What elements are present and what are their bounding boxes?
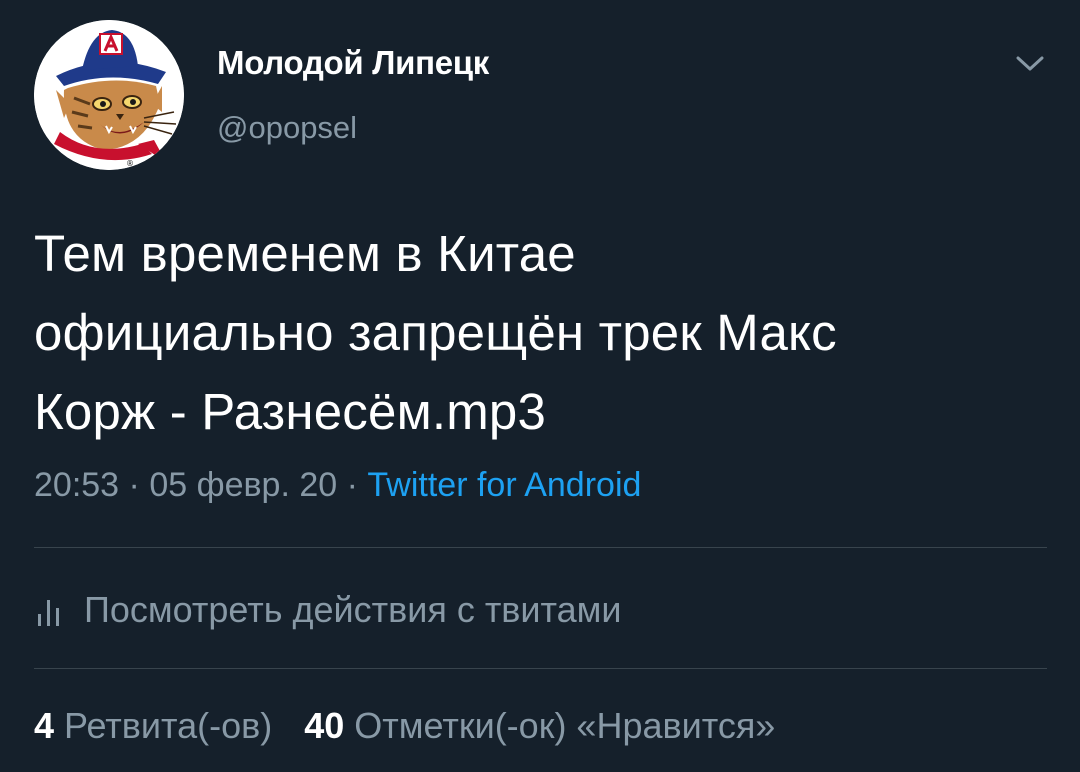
svg-text:®: ® — [126, 159, 134, 168]
tweet-text: Тем временем в Китае официально запрещён… — [34, 214, 1044, 451]
likes-label: Отметки(-ок) «Нравится» — [354, 705, 776, 746]
bar-chart-icon — [38, 600, 59, 626]
tweet-stats: 4 Ретвита(-ов) 40 Отметки(-ок) «Нравится… — [34, 705, 775, 747]
tweet-text-line: Тем временем в Китае — [34, 225, 576, 282]
view-tweet-activity-label: Посмотреть действия с твитами — [84, 589, 622, 630]
tweet-source-link[interactable]: Twitter for Android — [367, 466, 641, 504]
tweet-time: 20:53 — [34, 466, 120, 504]
likes-count: 40 — [304, 705, 345, 746]
divider — [34, 668, 1047, 669]
tweet-text-line: официально запрещён трек Макс — [34, 304, 837, 361]
divider — [34, 547, 1047, 548]
chevron-down-icon[interactable] — [1012, 48, 1048, 78]
tweet-date: 05 февр. 20 — [149, 466, 338, 504]
tweet-meta: 20:53 · 05 февр. 20 · Twitter for Androi… — [34, 466, 641, 505]
view-tweet-activity-button[interactable]: Посмотреть действия с твитами — [34, 585, 622, 635]
display-name[interactable]: Молодой Липецк — [217, 44, 489, 82]
tweet-text-line: Корж - Разнесём.mp3 — [34, 383, 547, 440]
retweets-count: 4 — [34, 705, 55, 746]
tweet-detail: ® Молодой Липецк @opopsel Тем временем в… — [0, 0, 1080, 772]
meta-separator: · — [346, 466, 358, 504]
wildcat-mascot-avatar: ® — [34, 20, 184, 170]
user-handle[interactable]: @opopsel — [217, 110, 357, 146]
likes-stat[interactable]: 40 Отметки(-ок) «Нравится» — [304, 705, 775, 747]
retweets-label: Ретвита(-ов) — [64, 705, 273, 746]
retweets-stat[interactable]: 4 Ретвита(-ов) — [34, 705, 272, 747]
avatar[interactable]: ® — [34, 20, 184, 170]
meta-separator: · — [128, 466, 140, 504]
